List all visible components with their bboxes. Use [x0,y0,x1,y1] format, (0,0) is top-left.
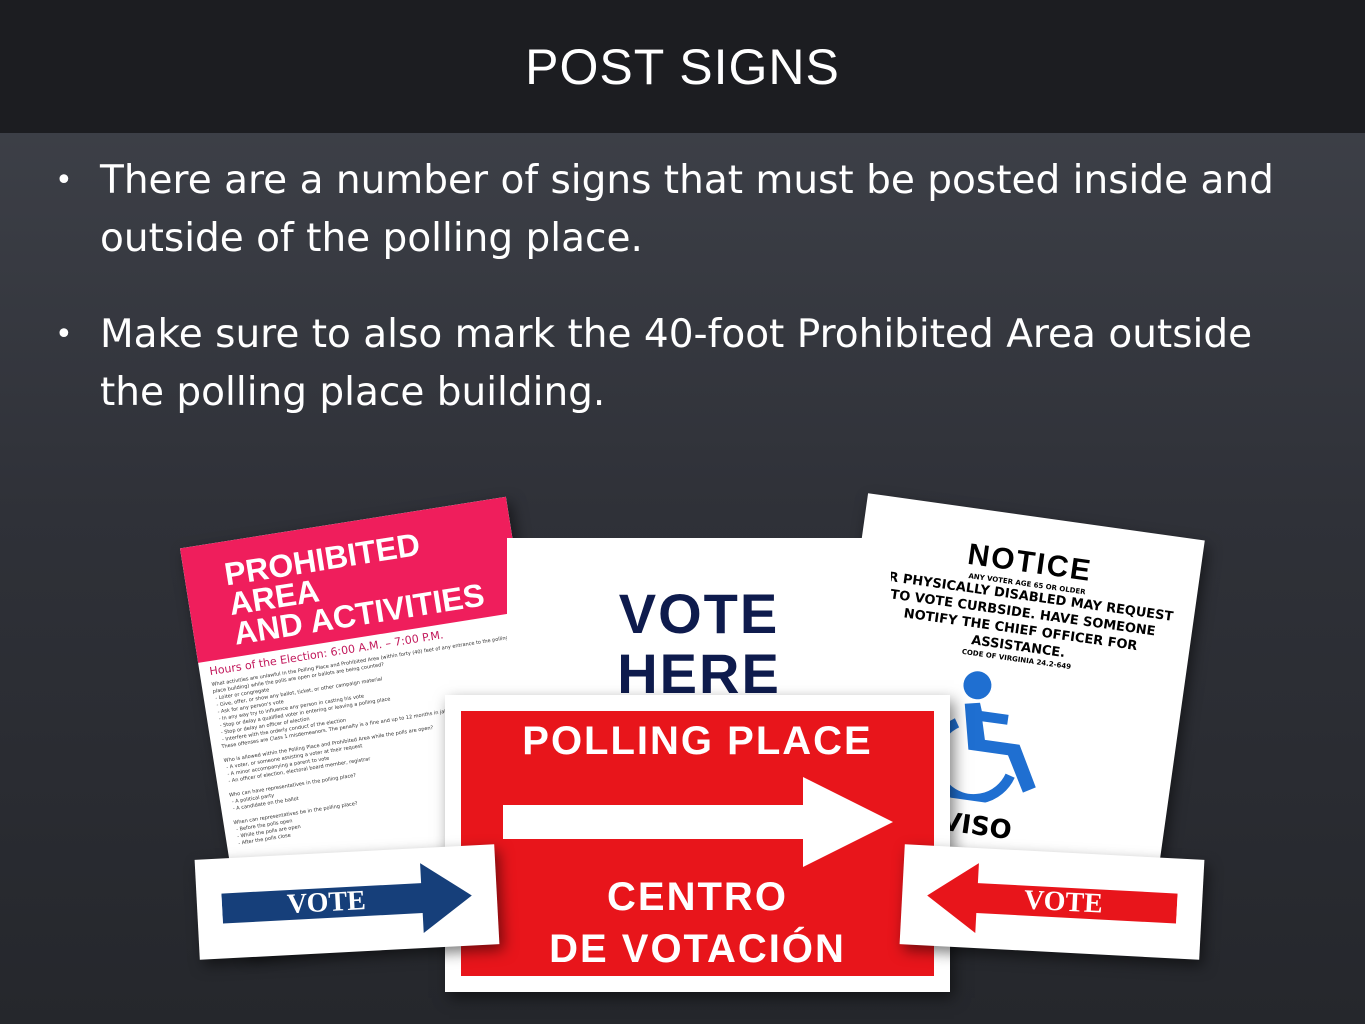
vote-arrow-sign-right: VOTE [899,844,1205,960]
vote-label: VOTE [286,885,367,921]
arrow-right-icon [503,777,893,867]
centro-de-votacion-label: CENTRO DE VOTACIÓN [549,875,846,971]
vote-arrow-sign-left: VOTE [194,844,500,960]
signs-collage: PROHIBITED AREA AND ACTIVITIES Hours of t… [0,0,1365,1024]
polling-place-sign: POLLING PLACE CENTRO DE VOTACIÓN [445,695,950,992]
vote-here-line1: VOTE [618,582,780,645]
vote-label: VOTE [1023,884,1104,920]
polling-place-label: POLLING PLACE [522,719,873,763]
